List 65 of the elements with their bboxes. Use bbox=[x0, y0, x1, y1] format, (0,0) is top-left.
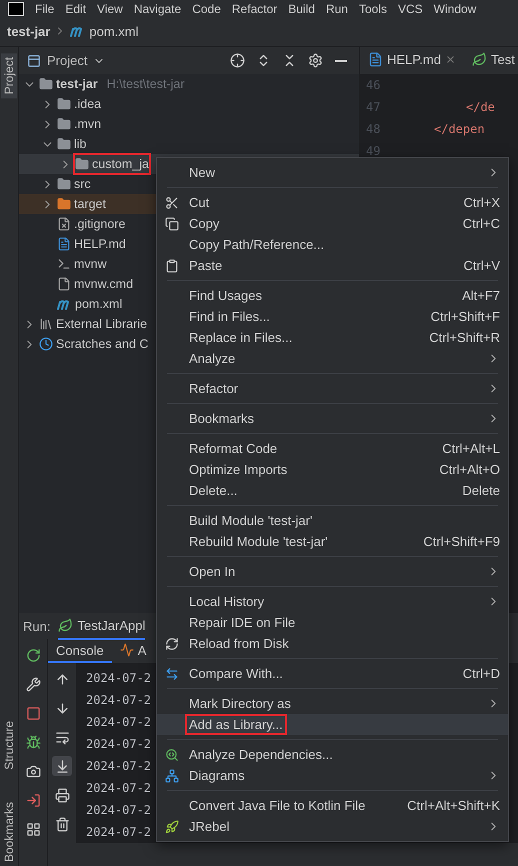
menu-item-label: Build Module 'test-jar' bbox=[188, 512, 314, 530]
menu-item-label: Convert Java File to Kotlin File bbox=[188, 797, 366, 815]
log-line: 2024-07-2 bbox=[86, 670, 152, 687]
tree-label: External Librarie bbox=[56, 317, 148, 331]
menu-item-label: Replace in Files... bbox=[188, 329, 294, 347]
menu-item-label: Delete... bbox=[188, 482, 238, 500]
menu-item-label: Find in Files... bbox=[188, 308, 271, 326]
menu-item-label: Copy bbox=[188, 215, 220, 233]
menu-item-label: Refactor bbox=[188, 380, 240, 398]
menu-item-label: Rebuild Module 'test-jar' bbox=[188, 533, 329, 551]
log-line: 2024-07-2 bbox=[86, 824, 152, 841]
log-line: 2024-07-2 bbox=[86, 692, 152, 709]
menu-item-label: Optimize Imports bbox=[188, 461, 288, 479]
menu-item-label: Repair IDE on File bbox=[188, 614, 296, 632]
log-line: 2024-07-2 bbox=[86, 780, 152, 797]
menu-item-label: Reload from Disk bbox=[188, 635, 290, 653]
shortcut-text: Delete bbox=[462, 483, 500, 498]
code-text: </de bbox=[465, 100, 495, 114]
log-line: 2024-07-2 bbox=[86, 758, 152, 775]
shortcut-text: Ctrl+Alt+L bbox=[442, 441, 500, 456]
shortcut-text: Ctrl+X bbox=[464, 195, 500, 210]
shortcut-text: Ctrl+Shift+R bbox=[429, 330, 500, 345]
menu-item-label: JRebel bbox=[188, 818, 230, 836]
shortcut-text: Alt+F7 bbox=[462, 288, 500, 303]
path-hint: H:\test\test-jar bbox=[106, 77, 184, 91]
tree-label: custom_ja bbox=[92, 157, 149, 171]
log-line: 2024-07-2 bbox=[86, 802, 152, 819]
shortcut-text: Ctrl+V bbox=[464, 258, 500, 273]
menu-item-label: Mark Directory as bbox=[188, 695, 292, 713]
tree-label: HELP.md bbox=[74, 237, 126, 251]
menu-item-label: Reformat Code bbox=[188, 440, 278, 458]
shortcut-text: Ctrl+C bbox=[462, 216, 500, 231]
shortcut-text: Ctrl+Shift+F bbox=[430, 309, 500, 324]
tree-label: .gitignore bbox=[74, 217, 126, 231]
menu-item-label: Cut bbox=[188, 194, 210, 212]
log-line: 2024-07-2 bbox=[86, 736, 152, 753]
menu-item-label: Local History bbox=[188, 593, 266, 611]
tree-label: mvnw.cmd bbox=[74, 277, 134, 291]
tree-label: src bbox=[74, 177, 91, 191]
log-line: 2024-07-2 bbox=[86, 714, 152, 731]
tree-label: Scratches and C bbox=[56, 337, 148, 351]
menu-item-label: Analyze bbox=[188, 350, 236, 368]
panel-title: Run: bbox=[23, 618, 50, 634]
menu-item-label: Analyze Dependencies... bbox=[188, 746, 334, 764]
menu-item-label: Compare With... bbox=[188, 665, 284, 683]
shortcut-text: Ctrl+Alt+O bbox=[439, 462, 500, 477]
tree-label: .idea bbox=[74, 97, 102, 111]
menu-item-label: Find Usages bbox=[188, 287, 263, 305]
menu-item-label: Copy Path/Reference... bbox=[188, 236, 326, 254]
shortcut-text: Ctrl+Alt+Shift+K bbox=[407, 798, 500, 813]
code-text: </depen bbox=[433, 122, 485, 136]
shortcut-text: Ctrl+Shift+F9 bbox=[423, 534, 500, 549]
tree-label: test-jar bbox=[56, 77, 98, 91]
menu-item-label: Paste bbox=[188, 257, 224, 275]
tree-label: lib bbox=[74, 137, 87, 151]
menu-item-label: Diagrams bbox=[188, 767, 246, 785]
tree-label: .mvn bbox=[74, 117, 102, 131]
menu-item-label: New bbox=[188, 164, 216, 182]
tree-label: target bbox=[74, 197, 106, 211]
menu-item-label: Open In bbox=[188, 563, 236, 581]
tree-label: mvnw bbox=[74, 257, 107, 271]
tree-label: pom.xml bbox=[75, 297, 122, 311]
menu-item-label: Bookmarks bbox=[188, 410, 256, 428]
shortcut-text: Ctrl+D bbox=[462, 666, 500, 681]
menu-item-label: Add as Library... bbox=[185, 714, 287, 735]
